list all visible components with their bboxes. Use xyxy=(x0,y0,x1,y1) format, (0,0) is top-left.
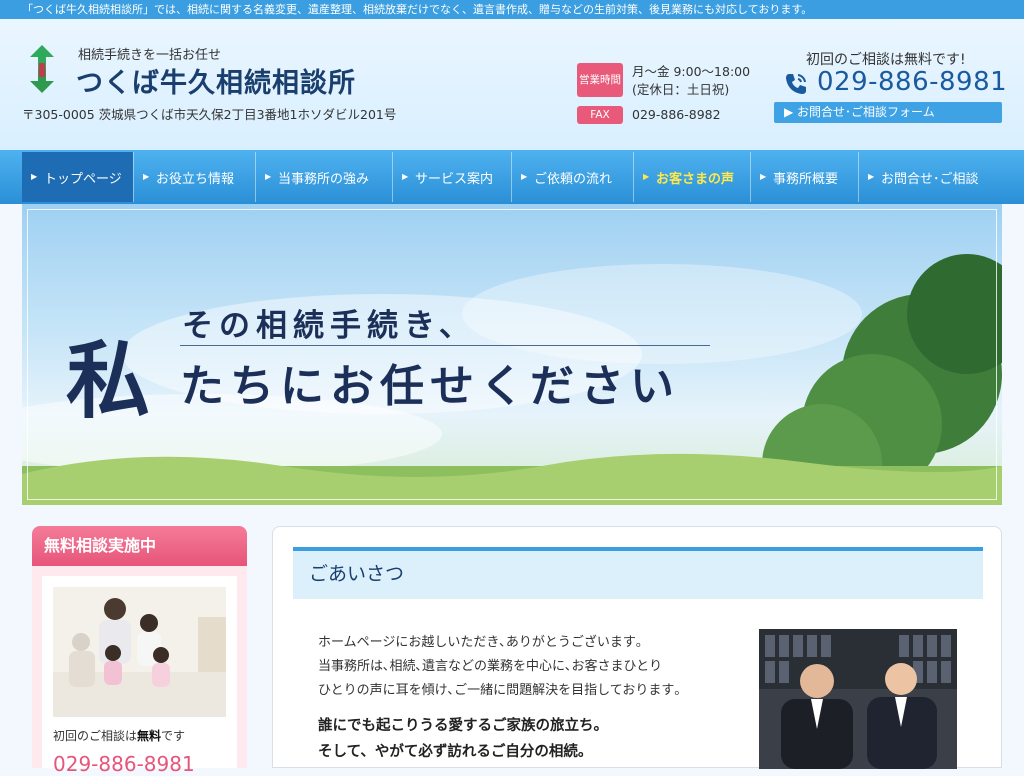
free-consult-sidebar: 無料相談実施中 初回のご相談は無料です 029-886-8981 xyxy=(32,526,247,776)
nav-arrow-icon: ▶ xyxy=(402,172,409,181)
sidebar-card: 初回のご相談は無料です 029-886-8981 xyxy=(42,576,237,776)
contact-form-button[interactable]: ▶ お問合せ･ご相談フォーム xyxy=(774,102,1002,123)
hero-headline-1: その相続手続き、 xyxy=(182,308,476,344)
hero-banner: その相続手続き、 私 たちにお任せください xyxy=(22,204,1002,505)
hours-badge: 営業時間 xyxy=(577,63,623,97)
sidebar-title: 無料相談実施中 xyxy=(32,526,247,566)
fax-number: 029-886-8982 xyxy=(632,107,721,122)
emphasis-line: そして、やがて必ず訪れるご自分の相続。 xyxy=(318,744,593,760)
sidebar-free-note: 初回のご相談は無料です xyxy=(53,729,186,743)
nav-arrow-icon: ▶ xyxy=(868,172,875,181)
play-arrow-icon: ▶ xyxy=(784,105,798,119)
nav-item-testimonials[interactable]: ▶ お客さまの声 xyxy=(633,152,750,202)
site-header: 相続手続きを一括お任せ つくば牛久相続相談所 〒305-0005 茨城県つくば市… xyxy=(0,19,1024,150)
nav-arrow-icon: ▶ xyxy=(265,172,272,181)
nav-arrow-icon: ▶ xyxy=(760,172,767,181)
greeting-emphasis: 誰にでも起こりうる愛するご家族の旅立ち。 そして、やがて必ず訪れるご自分の相続。 xyxy=(318,713,608,765)
nav-arrow-icon: ▶ xyxy=(31,172,38,181)
emphasis-line: 誰にでも起こりうる愛するご家族の旅立ち。 xyxy=(318,718,608,734)
office-address: 〒305-0005 茨城県つくば市天久保2丁目3番地1ホソダビル201号 xyxy=(22,107,397,122)
family-photo xyxy=(53,587,226,717)
nav-arrow-icon: ▶ xyxy=(643,172,650,181)
nav-item-useful-info[interactable]: ▶ お役立ち情報 xyxy=(133,152,255,202)
announcement-text: 「つくば牛久相続相談所」では、相続に関する名義変更、遺産整理、相続放棄だけでなく… xyxy=(22,3,813,16)
top-announcement-bar: 「つくば牛久相続相談所」では、相続に関する名義変更、遺産整理、相続放棄だけでなく… xyxy=(0,0,1024,19)
nav-item-top[interactable]: ▶ トップページ xyxy=(22,152,133,202)
site-logo-text[interactable]: つくば牛久相続相談所 xyxy=(76,61,356,100)
greeting-line: ひとりの声に耳を傾け､ご一緒に問題解決を目指しております｡ xyxy=(318,683,681,698)
greeting-heading: ごあいさつ xyxy=(293,547,983,599)
nav-item-services[interactable]: ▶ サービス案内 xyxy=(392,152,511,202)
nav-arrow-icon: ▶ xyxy=(143,172,150,181)
closed-days-line: (定休日：土日祝) xyxy=(632,82,730,97)
nav-arrow-icon: ▶ xyxy=(521,172,528,181)
hero-big-character: 私 xyxy=(66,332,151,430)
global-nav: ▶ トップページ ▶ お役立ち情報 ▶ 当事務所の強み ▶ サービス案内 ▶ ご依頼の流れ… xyxy=(0,150,1024,204)
greeting-line: 当事務所は､相続､遺言などの業務を中心に､お客さまひとり xyxy=(318,659,663,674)
phone-icon xyxy=(786,74,806,94)
staff-photo xyxy=(759,629,957,769)
sidebar-phone-number[interactable]: 029-886-8981 xyxy=(53,752,195,776)
main-content: ごあいさつ ホームページにお越しいただき､ありがとうございます｡ 当事務所は､相… xyxy=(272,526,1002,769)
fax-badge: FAX xyxy=(577,106,623,124)
free-consult-label: 初回のご相談は無料です! xyxy=(806,52,966,68)
greeting-line: ホームページにお越しいただき､ありがとうございます｡ xyxy=(318,635,643,650)
nav-item-flow[interactable]: ▶ ご依頼の流れ xyxy=(511,152,633,202)
hours-line: 月～金 9:00～18:00 xyxy=(632,64,751,79)
contact-form-label: お問合せ･ご相談フォーム xyxy=(797,105,935,119)
hero-divider xyxy=(180,345,710,346)
hero-headline-2: たちにお任せください xyxy=(180,361,680,412)
header-phone-number[interactable]: 029-886-8981 xyxy=(817,67,1007,97)
logo-arrow-icon[interactable] xyxy=(22,45,62,93)
nav-item-office-overview[interactable]: ▶ 事務所概要 xyxy=(750,152,858,202)
business-hours: 月～金 9:00～18:00 (定休日：土日祝) xyxy=(632,63,750,99)
nav-item-strengths[interactable]: ▶ 当事務所の強み xyxy=(255,152,392,202)
nav-item-contact[interactable]: ▶ お問合せ･ご相談 xyxy=(858,152,988,202)
greeting-body: ホームページにお越しいただき､ありがとうございます｡ 当事務所は､相続､遺言など… xyxy=(318,631,681,703)
